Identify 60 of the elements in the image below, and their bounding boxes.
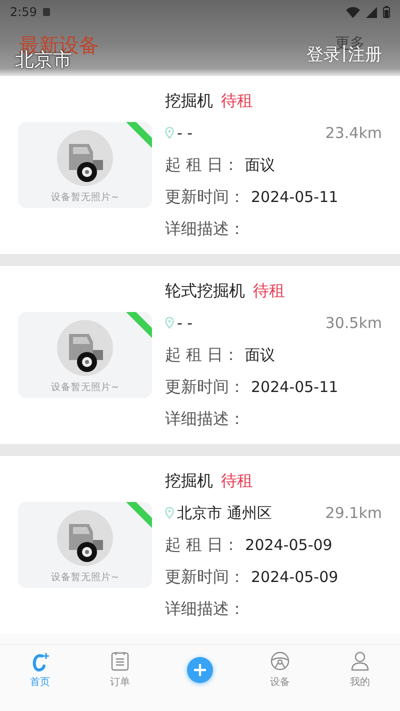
field-label: 更新时间： (165, 566, 245, 588)
rental-status: 待租 (253, 280, 285, 302)
person-icon (351, 651, 369, 673)
location-pin-icon (165, 507, 174, 519)
corner-ribbon (126, 122, 152, 148)
rental-status: 待租 (221, 90, 253, 112)
signal-icon (366, 6, 377, 18)
field-label: 更新时间： (165, 186, 245, 208)
equipment-name: 轮式挖掘机 (165, 280, 245, 302)
plus-icon (193, 663, 207, 677)
nav-tab[interactable]: 我的 (320, 645, 400, 695)
field-label: 详细描述： (165, 408, 245, 430)
equipment-name: 挖掘机 (165, 470, 213, 492)
clipboard-icon (111, 651, 129, 673)
field-label: 详细描述： (165, 598, 245, 620)
truck-icon (57, 510, 113, 566)
distance-text: 29.1km (325, 504, 382, 522)
add-button[interactable] (187, 657, 213, 683)
rental-status: 待租 (221, 470, 253, 492)
field-value: 2024-05-11 (251, 378, 338, 396)
field-label: 更新时间： (165, 376, 245, 398)
tab-label: 我的 (350, 676, 370, 689)
photo-caption: 设备暂无照片~ (51, 571, 119, 584)
photo-caption: 设备暂无照片~ (51, 191, 119, 204)
steering-wheel-icon (270, 651, 290, 673)
location-pin-icon (165, 127, 174, 139)
location-text: - - (177, 314, 193, 332)
battery-icon (383, 6, 390, 18)
location-pin-icon (165, 317, 174, 329)
field-value: 2024-05-11 (251, 188, 338, 206)
corner-ribbon (126, 502, 152, 528)
equipment-card[interactable]: 设备暂无照片~ 轮式挖掘机 待租 - - 30.5km 起 租 日： 面议 更新时间： 2024-05-11 详细描述： (0, 266, 400, 444)
equipment-card[interactable]: 设备暂无照片~ 挖掘机 待租 - - 23.4km 起 租 日： 面议 更新时间： 2024-05-11 详细描述： (0, 76, 400, 254)
tab-label: 订单 (110, 676, 130, 689)
tab-label: 首页 (30, 676, 50, 689)
field-label: 起 租 日： (165, 344, 240, 366)
notification-icon (42, 8, 50, 16)
equipment-card[interactable]: 设备暂无照片~ 挖掘机 待租 北京市 通州区 29.1km 起 租 日： 2024-05-09 更新时间： 2024-05-09 详细描述： (0, 456, 400, 634)
nav-tab[interactable]: 订单 (80, 645, 160, 695)
tab-label: 设备 (270, 676, 290, 689)
location-text: 北京市 通州区 (177, 504, 272, 522)
truck-icon (57, 130, 113, 186)
equipment-name: 挖掘机 (165, 90, 213, 112)
wifi-icon (346, 6, 360, 18)
distance-text: 30.5km (325, 314, 382, 332)
location-text: - - (177, 124, 193, 142)
field-value: 2024-05-09 (245, 536, 332, 554)
field-value: 2024-05-09 (251, 568, 338, 586)
corner-ribbon (126, 312, 152, 338)
field-label: 详细描述： (165, 218, 245, 240)
nav-tab[interactable]: 设备 (240, 645, 320, 695)
field-value: 面议 (245, 346, 276, 364)
field-label: 起 租 日： (165, 154, 240, 176)
status-time: 2:59 (10, 5, 37, 19)
nav-tab[interactable]: 首页 (0, 645, 80, 695)
field-value: 面议 (245, 156, 276, 174)
photo-caption: 设备暂无照片~ (51, 381, 119, 394)
truck-icon (57, 320, 113, 376)
field-label: 起 租 日： (165, 534, 240, 556)
distance-text: 23.4km (325, 124, 382, 142)
